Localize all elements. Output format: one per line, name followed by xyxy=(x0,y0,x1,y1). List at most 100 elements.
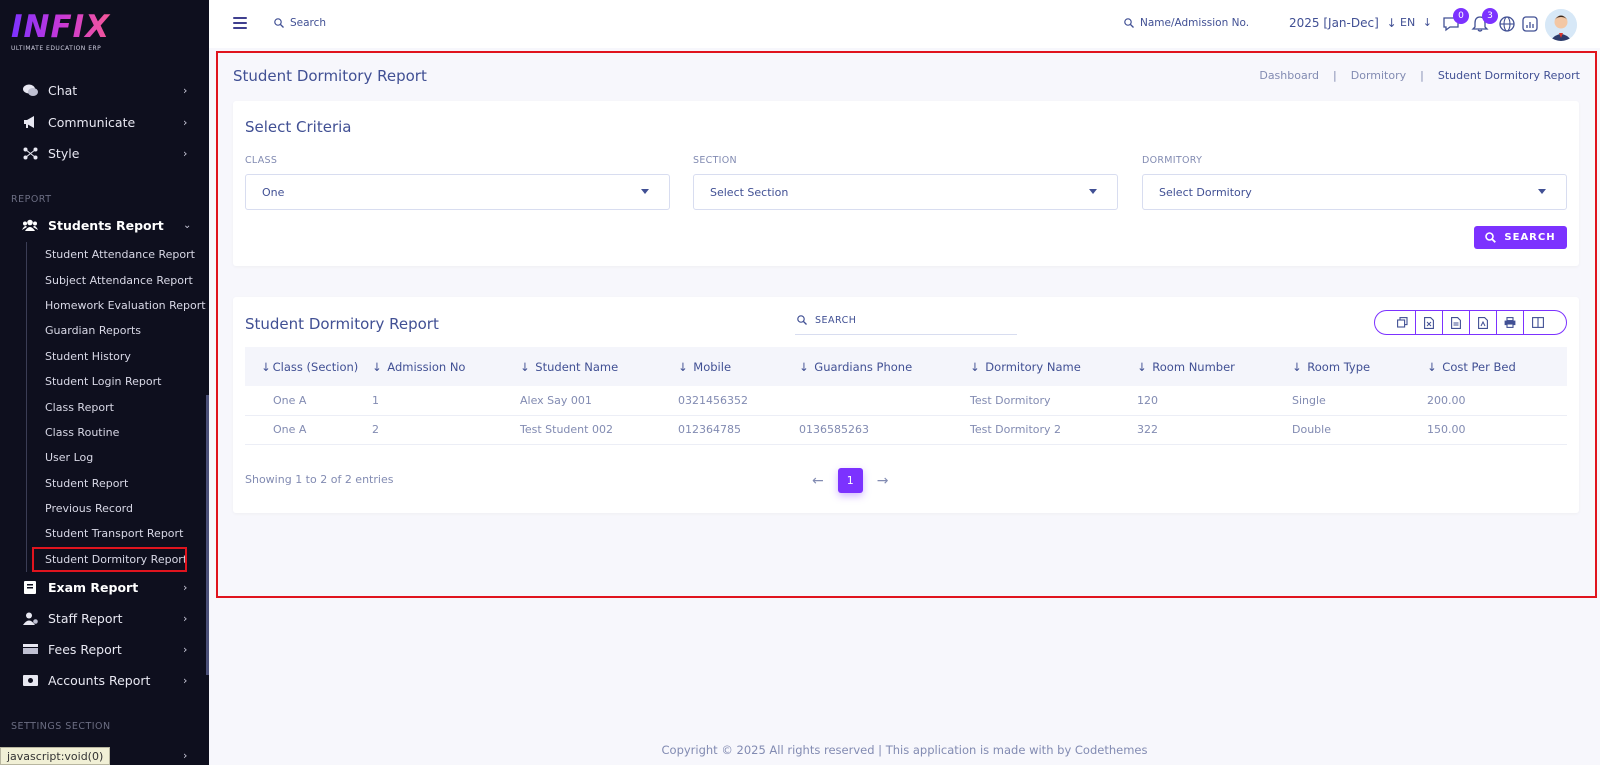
sub-item-subject-attendance-report[interactable]: Subject Attendance Report xyxy=(27,267,206,292)
cell-class-section: One A xyxy=(245,386,372,416)
copy-icon[interactable] xyxy=(1389,311,1416,334)
messages-icon[interactable]: 0 xyxy=(1442,8,1469,33)
logo-text: INFIX xyxy=(11,12,121,43)
sidebar-item-label: Staff Report xyxy=(48,610,123,626)
criteria-title: Select Criteria xyxy=(245,118,352,136)
column-header-label: Room Type xyxy=(1307,359,1371,374)
admission-search[interactable]: Name/Admission No. xyxy=(1124,17,1249,29)
sub-item-homework-evaluation-report[interactable]: Homework Evaluation Report xyxy=(27,293,206,318)
class-select[interactable]: One xyxy=(245,174,670,210)
table-search-input[interactable]: SEARCH xyxy=(795,306,1017,335)
chevron-right-icon: › xyxy=(183,611,188,625)
sidebar-item-label: Fees Report xyxy=(48,641,122,657)
class-label: CLASS xyxy=(245,155,278,166)
chevron-right-icon: › xyxy=(183,83,188,97)
chevron-right-icon: › xyxy=(183,146,188,160)
table-search-placeholder: SEARCH xyxy=(815,314,857,326)
section-select[interactable]: Select Section xyxy=(693,174,1118,210)
table-header-row: ↓ Class (Section) ↓ Admission No ↓ Studen… xyxy=(245,347,1567,386)
column-header-cost-per-bed[interactable]: ↓ Cost Per Bed xyxy=(1427,347,1567,386)
sidebar-item-communicate[interactable]: Communicate › xyxy=(0,110,209,134)
column-header-student-name[interactable]: ↓ Student Name xyxy=(520,347,678,386)
print-icon[interactable] xyxy=(1497,311,1524,334)
sidebar-item-staff-report[interactable]: Staff Report › xyxy=(0,606,209,630)
language-selector[interactable]: EN ↓ xyxy=(1400,16,1432,29)
accounts-icon xyxy=(22,673,38,687)
columns-icon[interactable] xyxy=(1524,311,1551,334)
sidebar-item-label: Students Report xyxy=(48,217,164,233)
column-header-room-number[interactable]: ↓ Room Number xyxy=(1137,347,1292,386)
chevron-right-icon: › xyxy=(183,580,188,594)
column-header-label: Class (Section) xyxy=(272,359,359,374)
language-value: EN xyxy=(1400,16,1416,29)
cell-room-number: 322 xyxy=(1137,415,1292,445)
dormitory-select[interactable]: Select Dormitory xyxy=(1142,174,1567,210)
sub-item-student-dormitory-report[interactable]: Student Dormitory Report xyxy=(32,546,187,573)
sidebar-item-students-report[interactable]: Students Report ⌄ xyxy=(0,213,209,237)
sidebar-item-label: Exam Report xyxy=(48,579,139,595)
column-header-dormitory-name[interactable]: ↓ Dormitory Name xyxy=(970,347,1137,386)
column-header-label: Admission No xyxy=(387,359,466,374)
cell-student-name: Test Student 002 xyxy=(520,415,678,445)
column-header-label: Room Number xyxy=(1152,359,1235,374)
sub-item-previous-record[interactable]: Previous Record xyxy=(27,496,206,521)
sub-item-guardian-reports[interactable]: Guardian Reports xyxy=(27,318,206,343)
sidebar-item-chat[interactable]: Chat › xyxy=(0,78,209,102)
search-icon xyxy=(274,18,284,28)
sidebar-item-accounts-report[interactable]: Accounts Report › xyxy=(0,668,209,692)
cell-cost-per-bed: 150.00 xyxy=(1427,415,1567,445)
breadcrumb: Dashboard | Dormitory | Student Dormitor… xyxy=(1259,69,1580,82)
analytics-icon[interactable] xyxy=(1521,15,1539,33)
footer-copyright: Copyright © 2025 All rights reserved | T… xyxy=(661,743,1148,757)
page-button-current[interactable]: 1 xyxy=(837,468,863,493)
sidebar-scrollbar[interactable] xyxy=(206,395,209,675)
top-search[interactable]: Search xyxy=(274,17,326,29)
sub-item-student-report[interactable]: Student Report xyxy=(27,471,206,496)
column-header-mobile[interactable]: ↓ Mobile xyxy=(678,347,799,386)
megaphone-icon xyxy=(22,115,38,129)
dormitory-select-placeholder: Select Dormitory xyxy=(1159,185,1252,199)
sub-item-user-log[interactable]: User Log xyxy=(27,445,206,470)
sub-item-student-attendance-report[interactable]: Student Attendance Report xyxy=(27,242,206,267)
cell-mobile: 012364785 xyxy=(678,415,799,445)
sub-item-class-routine[interactable]: Class Routine xyxy=(27,420,206,445)
column-header-room-type[interactable]: ↓ Room Type xyxy=(1292,347,1427,386)
logo[interactable]: INFIX ULTIMATE EDUCATION ERP xyxy=(11,12,121,56)
cell-cost-per-bed: 200.00 xyxy=(1427,386,1567,416)
column-header-class-section[interactable]: ↓ Class (Section) xyxy=(245,347,372,386)
excel-icon[interactable] xyxy=(1416,311,1443,334)
cell-dormitory-name: Test Dormitory xyxy=(970,386,1137,416)
search-button-label: SEARCH xyxy=(1504,232,1556,243)
class-select-value: One xyxy=(262,185,285,199)
notifications-bell-icon[interactable]: 3 xyxy=(1471,8,1498,33)
globe-icon[interactable] xyxy=(1498,15,1516,33)
user-avatar[interactable] xyxy=(1545,9,1577,41)
breadcrumb-dashboard[interactable]: Dashboard xyxy=(1259,69,1319,82)
breadcrumb-dormitory[interactable]: Dormitory xyxy=(1351,69,1406,82)
hamburger-menu-icon[interactable] xyxy=(233,17,247,29)
sidebar-item-fees-report[interactable]: Fees Report › xyxy=(0,637,209,661)
next-page-icon[interactable]: → xyxy=(877,473,889,489)
sidebar-item-style[interactable]: Style › xyxy=(0,141,209,165)
sidebar-item-exam-report[interactable]: Exam Report › xyxy=(0,575,209,599)
sidebar-item-label: Communicate xyxy=(48,114,136,130)
search-button[interactable]: SEARCH xyxy=(1474,226,1567,249)
sub-item-student-transport-report[interactable]: Student Transport Report xyxy=(27,521,206,546)
sub-item-student-history[interactable]: Student History xyxy=(27,344,206,369)
academic-year-value: 2025 [Jan-Dec] xyxy=(1289,16,1379,30)
sub-item-student-login-report[interactable]: Student Login Report xyxy=(27,369,206,394)
cell-dormitory-name: Test Dormitory 2 xyxy=(970,415,1137,445)
chevron-right-icon: › xyxy=(183,673,188,687)
pdf-icon[interactable] xyxy=(1470,311,1497,334)
academic-year-selector[interactable]: 2025 [Jan-Dec] ↓ xyxy=(1289,16,1397,30)
csv-icon[interactable] xyxy=(1443,311,1470,334)
column-header-admission-no[interactable]: ↓ Admission No xyxy=(372,347,520,386)
column-header-guardians-phone[interactable]: ↓ Guardians Phone xyxy=(799,347,970,386)
arrow-down-icon: ↓ xyxy=(1386,16,1397,30)
sub-item-class-report[interactable]: Class Report xyxy=(27,394,206,419)
caret-down-icon xyxy=(1089,189,1097,194)
status-bar-tooltip: javascript:void(0) xyxy=(0,747,111,765)
cell-admission-no: 1 xyxy=(372,386,520,416)
previous-page-icon[interactable]: ← xyxy=(812,473,824,489)
top-search-label: Search xyxy=(290,17,327,29)
